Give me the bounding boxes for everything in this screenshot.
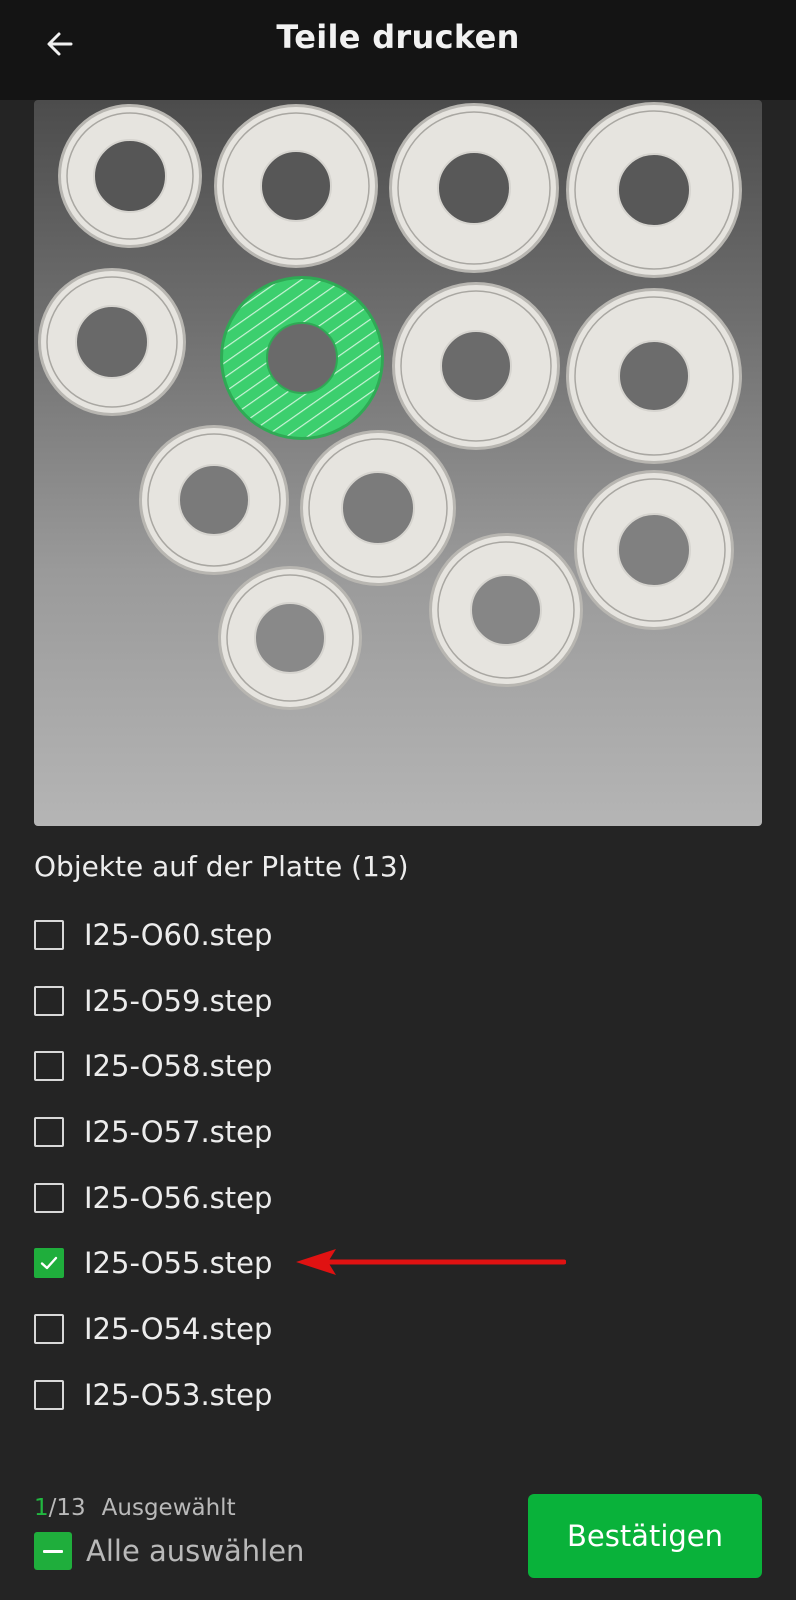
selected-part[interactable] bbox=[220, 276, 384, 440]
select-all-label: Alle auswählen bbox=[86, 1534, 305, 1568]
plate-part[interactable] bbox=[429, 533, 583, 687]
plate-part[interactable] bbox=[574, 470, 734, 630]
plate-part[interactable] bbox=[300, 430, 456, 586]
plate-part[interactable] bbox=[58, 104, 202, 248]
plate-parts-svg bbox=[38, 102, 742, 710]
list-item[interactable]: I25-O59.step bbox=[34, 968, 762, 1034]
list-item[interactable]: I25-O54.step bbox=[34, 1296, 762, 1362]
checkbox[interactable] bbox=[34, 1313, 64, 1344]
plate-part[interactable] bbox=[566, 102, 742, 278]
select-all-toggle[interactable]: Alle auswählen bbox=[34, 1532, 304, 1570]
object-label: I25-O54.step bbox=[84, 1311, 273, 1346]
plate-part[interactable] bbox=[38, 268, 186, 416]
plate-part[interactable] bbox=[389, 103, 559, 273]
total-count: /13 bbox=[48, 1495, 86, 1521]
object-list: I25-O60.step I25-O59.step I25-O58.step I… bbox=[34, 902, 762, 1428]
check-icon bbox=[40, 1257, 58, 1270]
list-item[interactable]: I25-O58.step bbox=[34, 1033, 762, 1099]
object-label: I25-O58.step bbox=[84, 1049, 273, 1084]
plate-part[interactable] bbox=[218, 566, 362, 710]
checkbox[interactable] bbox=[34, 1182, 64, 1213]
objects-heading: Objekte auf der Platte (13) bbox=[34, 850, 409, 883]
object-label: I25-O53.step bbox=[84, 1377, 273, 1412]
list-item[interactable]: I25-O60.step bbox=[34, 902, 762, 968]
object-label: I25-O56.step bbox=[84, 1180, 273, 1215]
plate-part[interactable] bbox=[566, 288, 742, 464]
confirm-button[interactable]: Bestätigen bbox=[528, 1494, 762, 1578]
list-item[interactable]: I25-O56.step bbox=[34, 1165, 762, 1231]
build-plate-preview[interactable] bbox=[34, 100, 762, 826]
checkbox[interactable] bbox=[34, 985, 64, 1016]
plate-part[interactable] bbox=[139, 425, 289, 575]
object-label: I25-O60.step bbox=[84, 917, 273, 952]
plate-part[interactable] bbox=[214, 104, 378, 268]
partial-select-icon[interactable] bbox=[34, 1532, 72, 1570]
object-label: I25-O57.step bbox=[84, 1114, 273, 1149]
object-label: I25-O55.step bbox=[84, 1246, 273, 1281]
checkbox-checked[interactable] bbox=[34, 1248, 64, 1279]
selection-count: 1/13 Ausgewählt bbox=[34, 1495, 236, 1521]
checkbox[interactable] bbox=[34, 1116, 64, 1147]
list-item[interactable]: I25-O53.step bbox=[34, 1362, 762, 1428]
list-item[interactable]: I25-O57.step bbox=[34, 1099, 762, 1165]
object-label: I25-O59.step bbox=[84, 983, 273, 1018]
checkbox[interactable] bbox=[34, 1051, 64, 1082]
page-title: Teile drucken bbox=[276, 18, 520, 56]
top-bar: Teile drucken bbox=[0, 0, 796, 100]
plate-part[interactable] bbox=[392, 282, 560, 450]
red-arrow-annotation bbox=[296, 1249, 566, 1275]
checkbox[interactable] bbox=[34, 1379, 64, 1410]
selected-label: Ausgewählt bbox=[101, 1495, 236, 1521]
selected-count: 1 bbox=[34, 1495, 49, 1521]
checkbox[interactable] bbox=[34, 919, 64, 950]
